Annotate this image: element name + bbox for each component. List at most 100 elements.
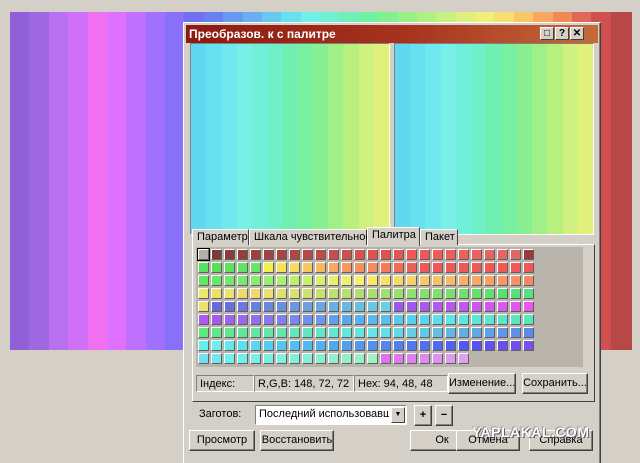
palette-swatch[interactable] — [406, 249, 417, 260]
palette-swatch[interactable] — [263, 262, 274, 273]
palette-swatch[interactable] — [315, 314, 326, 325]
palette-swatch[interactable] — [211, 262, 222, 273]
palette-swatch[interactable] — [445, 275, 456, 286]
palette-swatch[interactable] — [497, 340, 508, 351]
palette-swatch[interactable] — [354, 275, 365, 286]
palette-swatch[interactable] — [250, 249, 261, 260]
palette-swatch[interactable] — [276, 275, 287, 286]
palette-swatch[interactable] — [198, 301, 209, 312]
palette-swatch[interactable] — [224, 249, 235, 260]
palette-swatch[interactable] — [484, 327, 495, 338]
palette-swatch[interactable] — [328, 275, 339, 286]
palette-swatch[interactable] — [393, 262, 404, 273]
palette-swatch[interactable] — [263, 275, 274, 286]
palette-swatch[interactable] — [367, 249, 378, 260]
palette-swatch[interactable] — [354, 314, 365, 325]
palette-swatch[interactable] — [458, 288, 469, 299]
palette-swatch[interactable] — [510, 275, 521, 286]
palette-swatch[interactable] — [510, 314, 521, 325]
palette-swatch[interactable] — [211, 340, 222, 351]
palette-swatch[interactable] — [510, 262, 521, 273]
palette-swatch[interactable] — [328, 353, 339, 364]
palette-swatch[interactable] — [315, 353, 326, 364]
palette-swatch[interactable] — [484, 275, 495, 286]
palette-swatch[interactable] — [380, 340, 391, 351]
palette-swatch[interactable] — [341, 340, 352, 351]
palette-swatch[interactable] — [211, 353, 222, 364]
palette-swatch[interactable] — [484, 249, 495, 260]
palette-swatch[interactable] — [302, 340, 313, 351]
palette-swatch[interactable] — [198, 327, 209, 338]
title-bar[interactable]: Преобразов. к с палитре □ ? ✕ — [186, 25, 598, 43]
palette-swatch[interactable] — [237, 288, 248, 299]
palette-swatch[interactable] — [393, 340, 404, 351]
palette-swatch[interactable] — [250, 275, 261, 286]
palette-swatch[interactable] — [237, 262, 248, 273]
palette-swatch[interactable] — [276, 314, 287, 325]
palette-swatch[interactable] — [484, 340, 495, 351]
palette-swatch[interactable] — [445, 301, 456, 312]
palette-swatch[interactable] — [354, 353, 365, 364]
palette-swatch[interactable] — [289, 301, 300, 312]
palette-swatch[interactable] — [458, 353, 469, 364]
palette-swatch[interactable] — [367, 327, 378, 338]
edit-color-button[interactable]: Изменение... — [448, 373, 516, 394]
palette-swatch[interactable] — [406, 327, 417, 338]
palette-swatch[interactable] — [354, 262, 365, 273]
palette-swatch[interactable] — [302, 275, 313, 286]
add-preset-button[interactable]: + — [414, 405, 432, 426]
palette-swatch[interactable] — [289, 288, 300, 299]
palette-swatch[interactable] — [471, 262, 482, 273]
palette-swatch[interactable] — [276, 301, 287, 312]
palette-swatch[interactable] — [523, 314, 534, 325]
palette-swatch[interactable] — [237, 301, 248, 312]
palette-swatch[interactable] — [302, 249, 313, 260]
palette-swatch[interactable] — [367, 275, 378, 286]
palette-swatch[interactable] — [523, 288, 534, 299]
restore-defaults-button[interactable]: Восстановить — [260, 430, 334, 451]
palette-swatch[interactable] — [354, 327, 365, 338]
palette-swatch[interactable] — [445, 288, 456, 299]
palette-swatch[interactable] — [380, 249, 391, 260]
palette-swatch[interactable] — [328, 249, 339, 260]
palette-swatch[interactable] — [406, 262, 417, 273]
palette-swatch[interactable] — [276, 327, 287, 338]
tab-batch[interactable]: Пакет — [420, 229, 458, 245]
close-button[interactable]: ✕ — [570, 27, 584, 40]
palette-swatch[interactable] — [211, 314, 222, 325]
palette-swatch[interactable] — [523, 340, 534, 351]
palette-swatch[interactable] — [315, 327, 326, 338]
palette-swatch[interactable] — [393, 249, 404, 260]
palette-swatch[interactable] — [198, 288, 209, 299]
palette-swatch[interactable] — [315, 340, 326, 351]
palette-swatch[interactable] — [523, 301, 534, 312]
palette-swatch[interactable] — [419, 288, 430, 299]
palette-swatch[interactable] — [224, 340, 235, 351]
palette-swatch[interactable] — [406, 301, 417, 312]
palette-swatch[interactable] — [341, 327, 352, 338]
palette-swatch[interactable] — [302, 353, 313, 364]
palette-swatch[interactable] — [380, 275, 391, 286]
palette-swatch[interactable] — [341, 301, 352, 312]
palette-swatch[interactable] — [289, 353, 300, 364]
palette-swatch[interactable] — [289, 262, 300, 273]
palette-swatch[interactable] — [289, 275, 300, 286]
palette-swatch[interactable] — [419, 353, 430, 364]
palette-swatch[interactable] — [211, 275, 222, 286]
palette-swatch[interactable] — [406, 340, 417, 351]
palette-swatch[interactable] — [198, 275, 209, 286]
palette-swatch[interactable] — [250, 288, 261, 299]
palette-swatch[interactable] — [432, 262, 443, 273]
tab-palette[interactable]: Палитра — [367, 227, 420, 246]
palette-swatch[interactable] — [367, 340, 378, 351]
palette-swatch[interactable] — [341, 275, 352, 286]
palette-swatch[interactable] — [263, 340, 274, 351]
palette-swatch[interactable] — [197, 248, 210, 261]
palette-swatch[interactable] — [367, 353, 378, 364]
palette-swatch[interactable] — [198, 340, 209, 351]
palette-swatch[interactable] — [237, 327, 248, 338]
palette-swatch[interactable] — [250, 301, 261, 312]
palette-swatch[interactable] — [211, 327, 222, 338]
palette-swatch[interactable] — [497, 275, 508, 286]
palette-swatch[interactable] — [276, 249, 287, 260]
